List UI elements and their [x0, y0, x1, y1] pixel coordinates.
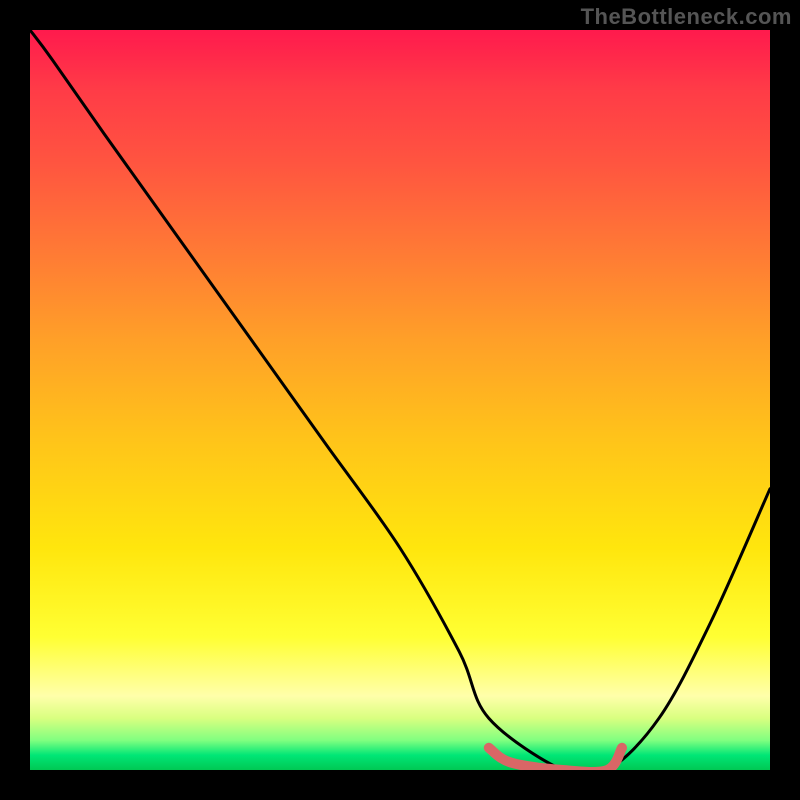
- watermark-text: TheBottleneck.com: [581, 4, 792, 30]
- chart-svg: [30, 30, 770, 770]
- optimal-band-marker: [489, 748, 622, 770]
- chart-frame: [30, 30, 770, 770]
- bottleneck-curve-line: [30, 30, 770, 770]
